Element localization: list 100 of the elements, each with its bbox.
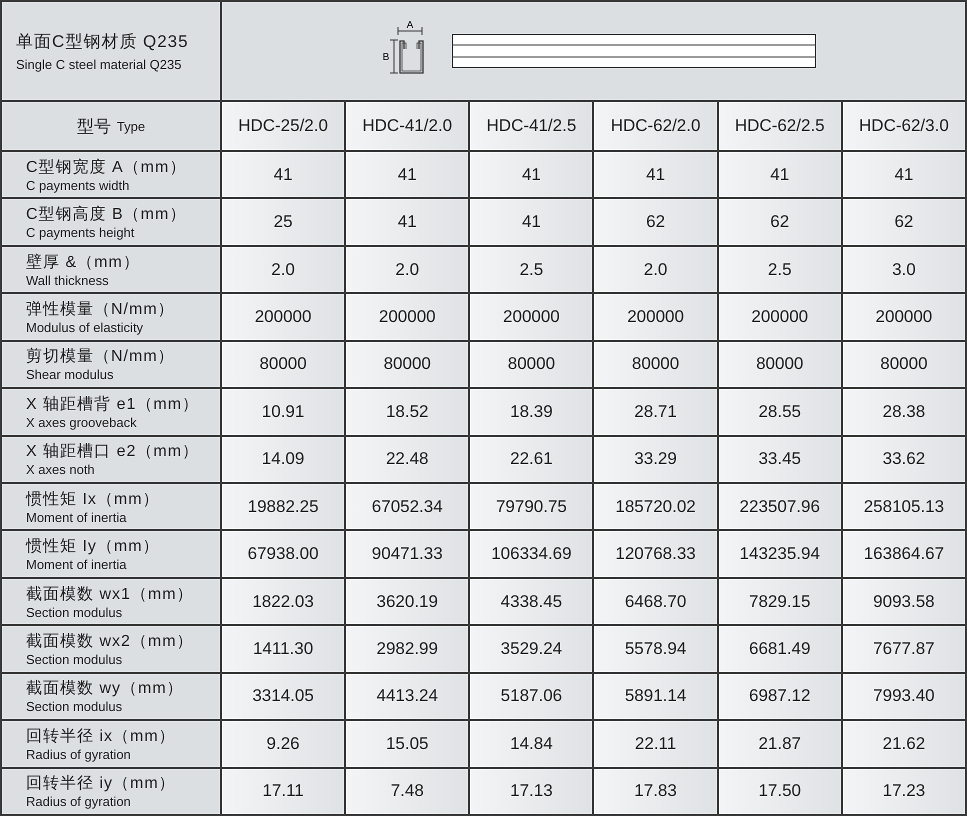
table-cell: 21.87 — [718, 721, 841, 767]
table-cell: 9.26 — [222, 721, 344, 767]
row-label-english: Shear modulus — [26, 367, 114, 382]
table-cell: 41 — [594, 152, 717, 198]
table-cell: 5187.06 — [470, 674, 592, 720]
table-cell: 80000 — [346, 342, 468, 388]
table-cell: 22.61 — [470, 436, 592, 482]
row-label-english: Modulus of elasticity — [26, 320, 144, 335]
row-label-english: Section modulus — [26, 652, 124, 667]
table-cell: 7.48 — [346, 768, 468, 814]
table-cell: 200000 — [594, 294, 717, 340]
table-cell: 15.05 — [346, 721, 468, 767]
row-label-english: Section modulus — [26, 699, 124, 714]
table-cell: 17.23 — [842, 768, 965, 814]
row-label: X 轴距槽口 e2（mm） — [26, 442, 200, 462]
table-cell: 7829.15 — [718, 578, 841, 624]
table-cell: 5891.14 — [594, 674, 717, 720]
row-label-english: Radius of gyration — [26, 746, 132, 762]
table-cell: 33.29 — [594, 436, 717, 482]
row-label: 回转半径 iy（mm） — [26, 774, 177, 794]
table-header-cell: HDC-25/2.0 — [222, 102, 344, 150]
title-text: 单面C型钢材质 Q235 — [16, 31, 190, 53]
table-cell: 14.09 — [222, 436, 344, 482]
table-cell: 2982.99 — [346, 626, 468, 672]
table-cell: 14.84 — [470, 721, 592, 767]
table-cell: 90471.33 — [346, 531, 468, 577]
channel-section-drawing: A B — [382, 21, 430, 81]
row-label: 截面模数 wy（mm） — [26, 678, 185, 700]
table-cell: 62 — [594, 199, 717, 245]
table-cell: 41 — [470, 199, 592, 245]
table-cell: 33.62 — [842, 436, 965, 482]
table-cell: 6987.12 — [718, 674, 841, 720]
table-cell: 2.5 — [470, 246, 592, 292]
table-cell: 28.38 — [842, 389, 965, 435]
table-header-cell: 型号 Type — [2, 102, 220, 150]
table-cell: 200000 — [470, 294, 592, 340]
row-label: C型钢高度 B（mm） — [26, 204, 188, 226]
table-header-cell: HDC-41/2.0 — [346, 102, 468, 150]
row-label: 壁厚 &（mm） — [26, 252, 141, 273]
subtitle-text: Single C steel material Q235 — [16, 57, 182, 72]
row-label-english: Wall thickness — [26, 272, 110, 288]
table-cell: 17.83 — [594, 768, 717, 814]
table-cell: 28.55 — [718, 389, 841, 435]
table-cell: 143235.94 — [718, 531, 841, 577]
table-cell: 80000 — [718, 342, 841, 388]
table-cell: 80000 — [842, 342, 965, 388]
row-label-english: Radius of gyration — [26, 794, 132, 810]
table-cell: 25 — [222, 199, 344, 245]
row-label-english: Moment of inertia — [26, 557, 128, 572]
table-cell: 41 — [842, 152, 965, 198]
table-cell: 41 — [718, 152, 841, 198]
table-header-cell: HDC-41/2.5 — [470, 102, 592, 150]
table-cell: 6468.70 — [594, 578, 717, 624]
table-cell: 5578.94 — [594, 626, 717, 672]
row-label-english: Section modulus — [26, 604, 124, 620]
table-cell: 9093.58 — [842, 578, 965, 624]
table-cell: 2.0 — [594, 246, 717, 292]
table-cell: 2.5 — [718, 246, 841, 292]
table-header-cell: HDC-62/3.0 — [842, 102, 965, 150]
table-cell: 17.11 — [222, 768, 344, 814]
table-cell: 21.62 — [842, 721, 965, 767]
row-label: X 轴距槽背 e1（mm） — [26, 394, 200, 415]
row-label: 惯性矩 Ix（mm） — [26, 490, 161, 510]
table-cell: 3529.24 — [470, 626, 592, 672]
table-cell: 3620.19 — [346, 578, 468, 624]
table-cell: 80000 — [470, 342, 592, 388]
table-cell: 67938.00 — [222, 531, 344, 577]
row-label: C型钢宽度 A（mm） — [26, 157, 188, 178]
table-cell: 4413.24 — [346, 674, 468, 720]
table-cell: 223507.96 — [718, 484, 841, 530]
row-label-english: X axes grooveback — [26, 414, 138, 430]
table-header-cell: HDC-62/2.5 — [718, 102, 841, 150]
table-cell: 1822.03 — [222, 578, 344, 624]
table-cell: 10.91 — [222, 389, 344, 435]
table-cell: 19882.25 — [222, 484, 344, 530]
table-cell: 200000 — [222, 294, 344, 340]
table-cell: 200000 — [842, 294, 965, 340]
row-label: 回转半径 ix（mm） — [26, 726, 177, 747]
table-cell: 18.52 — [346, 389, 468, 435]
row-label: 惯性矩 Iy（mm） — [26, 537, 161, 558]
table-cell: 200000 — [346, 294, 468, 340]
table-cell: 62 — [718, 199, 841, 245]
table-cell: 185720.02 — [594, 484, 717, 530]
table-cell: 67052.34 — [346, 484, 468, 530]
row-label: 截面模数 wx1（mm） — [26, 584, 195, 605]
table-cell: 33.45 — [718, 436, 841, 482]
table-cell: 80000 — [594, 342, 717, 388]
table-cell: 7993.40 — [842, 674, 965, 720]
table-cell: 41 — [222, 152, 344, 198]
table-cell: 17.50 — [718, 768, 841, 814]
table-cell: 22.11 — [594, 721, 717, 767]
table-cell: 106334.69 — [470, 531, 592, 577]
table-cell: 258105.13 — [842, 484, 965, 530]
table-cell: 41 — [470, 152, 592, 198]
row-label: 剪切模量（N/mm） — [26, 346, 176, 368]
table-cell: 120768.33 — [594, 531, 717, 577]
table-cell: 7677.87 — [842, 626, 965, 672]
row-label: 弹性模量（N/mm） — [26, 300, 176, 320]
table-cell: 28.71 — [594, 389, 717, 435]
table-cell: 62 — [842, 199, 965, 245]
